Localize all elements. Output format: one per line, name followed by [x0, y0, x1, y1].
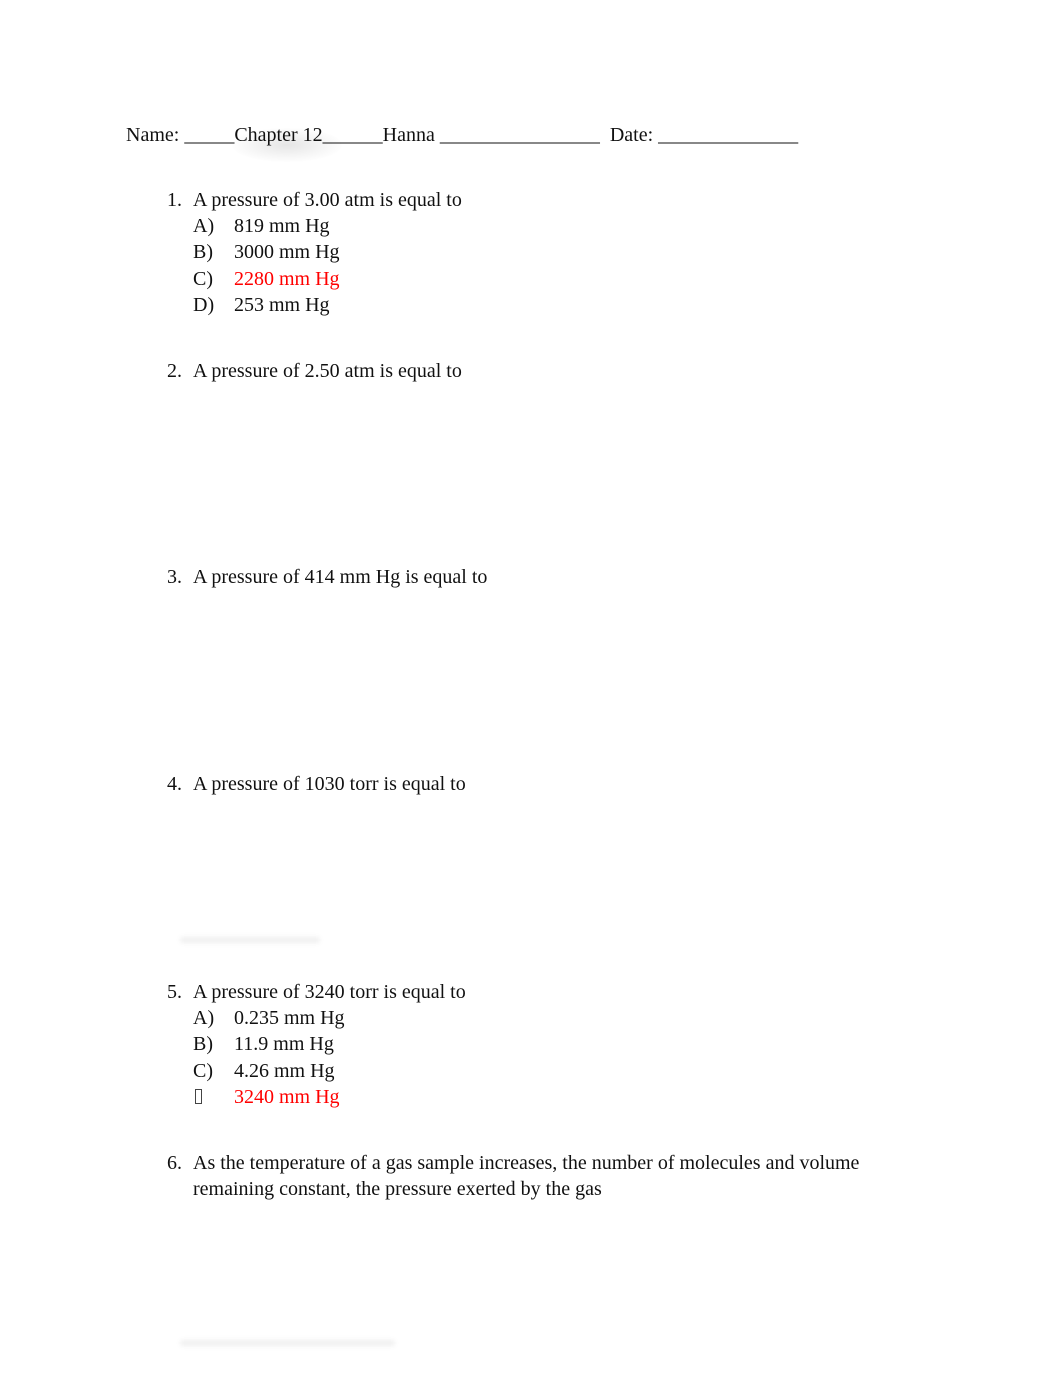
choice-letter: D): [193, 293, 215, 316]
question-6: 6. As the temperature of a gas sample in…: [167, 1150, 893, 1202]
date-value: ______________: [653, 124, 799, 146]
missing-glyph-icon: [195, 1088, 202, 1104]
choice-b: B) 11.9 mm Hg: [167, 1031, 466, 1057]
question-text: A pressure of 414 mm Hg is equal to: [193, 566, 488, 588]
choice-letter: C): [193, 1059, 213, 1082]
date-label: Date:: [599, 124, 654, 146]
choice-letter: B): [193, 1033, 213, 1056]
choice-letter: A): [193, 1007, 215, 1029]
choice-letter: C): [193, 267, 213, 290]
choice-text-correct-answer: 2280 mm Hg: [234, 267, 340, 290]
question-4: 4. A pressure of 1030 torr is equal to: [167, 771, 466, 797]
question-text: As the temperature of a gas sample incre…: [193, 1152, 860, 1200]
choice-text-correct-answer: 3240 mm Hg: [234, 1085, 340, 1108]
question-3: 3. A pressure of 414 mm Hg is equal to: [167, 564, 487, 590]
choice-text: 0.235 mm Hg: [234, 1007, 345, 1029]
choice-letter-placeholder: [193, 1084, 234, 1110]
question-2: 2. A pressure of 2.50 atm is equal to: [167, 358, 462, 384]
smudge-line-q4: [180, 935, 320, 945]
name-value: _____Chapter 12______Hanna _____________…: [179, 124, 600, 146]
choice-text: 3000 mm Hg: [234, 241, 340, 264]
choice-text: 253 mm Hg: [234, 293, 330, 316]
choice-c: C) 4.26 mm Hg: [167, 1058, 466, 1084]
question-number: 4.: [167, 773, 182, 795]
choice-letter: A): [193, 215, 215, 237]
choice-text: 11.9 mm Hg: [234, 1033, 334, 1056]
choice-d: 3240 mm Hg: [167, 1084, 466, 1110]
question-5: 5. A pressure of 3240 torr is equal to A…: [167, 979, 466, 1110]
choice-d: D) 253 mm Hg: [167, 292, 462, 318]
choice-a: A) 819 mm Hg: [167, 213, 462, 239]
question-text: A pressure of 3240 torr is equal to: [193, 981, 466, 1003]
choice-letter: B): [193, 241, 213, 264]
choice-c: C) 2280 mm Hg: [167, 266, 462, 292]
question-text: A pressure of 2.50 atm is equal to: [193, 360, 462, 382]
question-number: 5.: [167, 981, 182, 1003]
question-number: 3.: [167, 566, 182, 588]
choice-a: A) 0.235 mm Hg: [167, 1005, 466, 1031]
question-number: 1.: [167, 189, 182, 211]
smudge-line-q6: [180, 1338, 395, 1348]
question-text: A pressure of 1030 torr is equal to: [193, 773, 466, 795]
choice-text: 4.26 mm Hg: [234, 1059, 335, 1082]
question-number: 2.: [167, 360, 182, 382]
choice-b: B) 3000 mm Hg: [167, 239, 462, 265]
question-number: 6.: [167, 1152, 182, 1174]
question-1: 1. A pressure of 3.00 atm is equal to A)…: [167, 187, 462, 318]
header-line: Name: _____Chapter 12______Hanna _______…: [126, 122, 798, 148]
question-text: A pressure of 3.00 atm is equal to: [193, 189, 462, 211]
name-label: Name:: [126, 124, 180, 146]
choice-text: 819 mm Hg: [234, 215, 330, 237]
